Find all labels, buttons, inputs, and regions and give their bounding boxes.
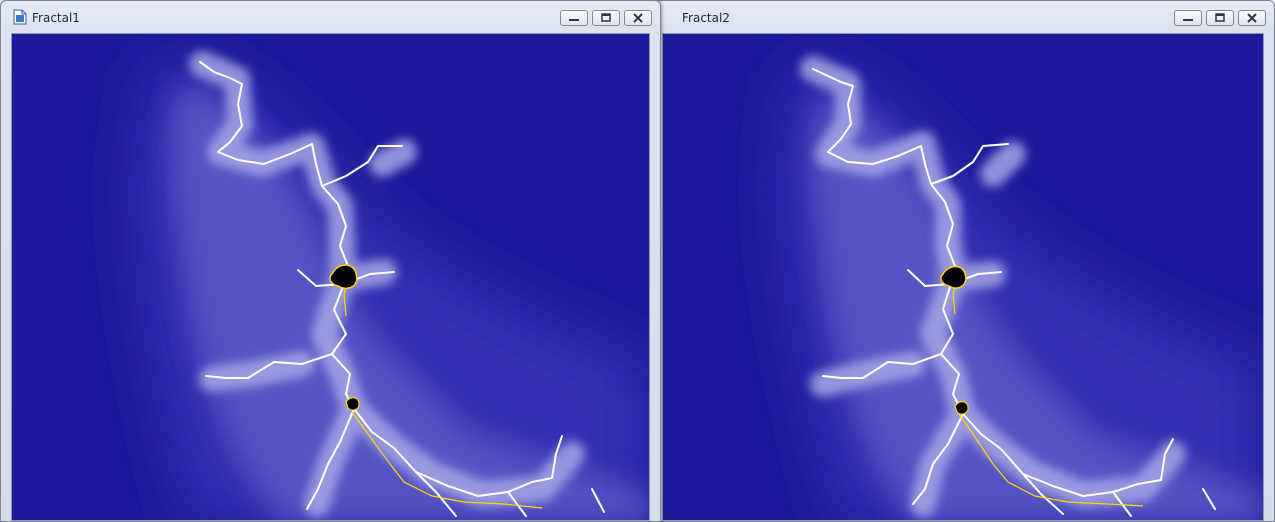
fractal2-minimize-button[interactable] (1174, 10, 1202, 26)
fractal1-restore-button[interactable] (592, 10, 620, 26)
fractal1-titlebar[interactable]: Fractal1 (1, 1, 660, 32)
fractal1-image (12, 34, 649, 520)
fractal1-canvas[interactable] (11, 33, 650, 521)
close-icon (633, 13, 643, 23)
fractal2-titlebar[interactable]: Fractal2 (651, 1, 1274, 32)
fractal1-close-button[interactable] (624, 10, 652, 26)
fractal2-restore-button[interactable] (1206, 10, 1234, 26)
fractal2-image (663, 34, 1263, 520)
minimize-icon (1183, 19, 1193, 21)
restore-icon (1215, 13, 1225, 22)
document-icon (13, 9, 27, 25)
fractal1-window[interactable]: Fractal1 (0, 0, 661, 522)
fractal1-title: Fractal1 (32, 11, 80, 25)
fractal2-title: Fractal2 (682, 11, 730, 25)
minimize-icon (569, 19, 579, 21)
fractal2-window[interactable]: Fractal2 (650, 0, 1275, 522)
fractal2-close-button[interactable] (1238, 10, 1266, 26)
restore-icon (601, 13, 611, 22)
close-icon (1247, 13, 1257, 23)
fractal2-canvas[interactable] (662, 33, 1264, 521)
fractal1-minimize-button[interactable] (560, 10, 588, 26)
